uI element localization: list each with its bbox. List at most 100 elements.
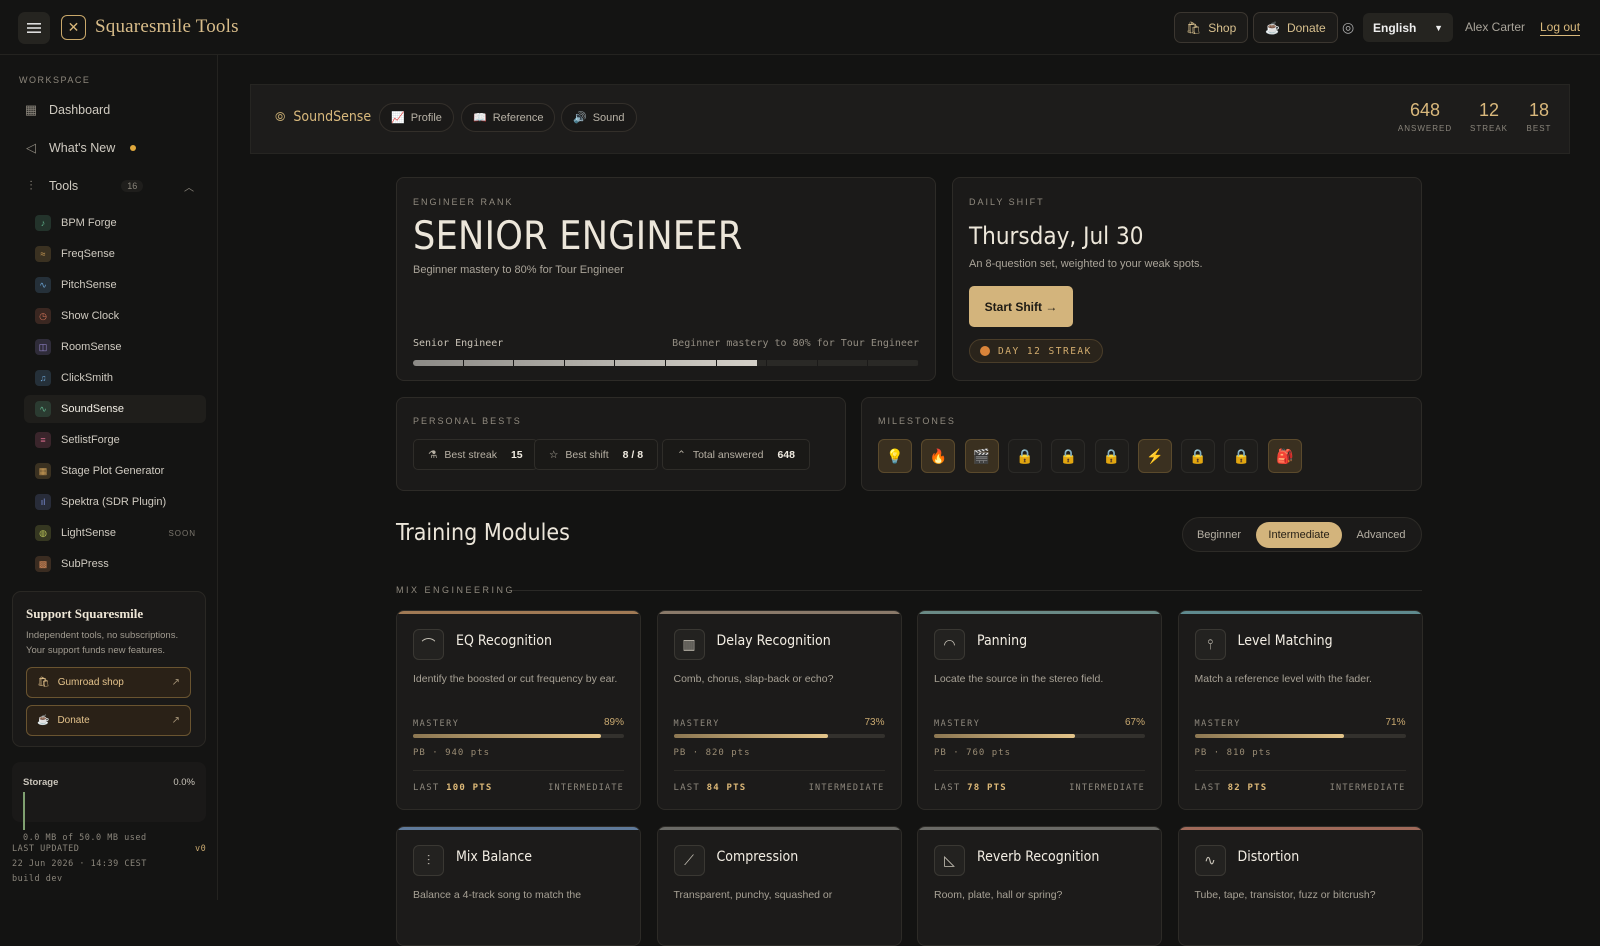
sliders-icon: ⫶ xyxy=(29,178,33,193)
milestone-badge[interactable]: 💡 xyxy=(878,439,912,473)
sidebar-item-dashboard[interactable]: ▦ Dashboard xyxy=(24,96,110,124)
tab-profile[interactable]: 📈 Profile xyxy=(379,103,454,132)
best-shift-value: 8 / 8 xyxy=(622,448,644,461)
module-card-level-matching[interactable]: ⫯ Level Matching Match a reference level w… xyxy=(1177,610,1423,810)
lock-icon[interactable]: 🔒 xyxy=(1181,439,1216,473)
daily-shift-card: DAILY SHIFT Thursday, Jul 30 An 8-questi… xyxy=(952,177,1422,381)
milestone-badge[interactable]: 🔥 xyxy=(921,439,956,473)
language-select[interactable]: English ▼ xyxy=(1363,13,1453,42)
stat-streak-label: STREAK xyxy=(1469,124,1508,133)
last-updated-label: LAST UPDATED xyxy=(12,844,80,854)
tool-icon: ◫ xyxy=(35,339,51,355)
module-card-eq-recognition[interactable]: ⌒ EQ Recognition Identify the boosted or c… xyxy=(396,610,641,810)
sidebar-item-subpress[interactable]: ▩ SubPress xyxy=(24,550,206,578)
tool-icon: ♫ xyxy=(35,370,51,386)
module-card-compression[interactable]: ⟋ Compression Transparent, punchy, squashe… xyxy=(656,826,902,946)
mastery-bar xyxy=(934,734,1145,738)
rank-label: ENGINEER RANK xyxy=(413,197,514,207)
milestone-badge[interactable]: ⚡ xyxy=(1137,439,1172,473)
last-label: LAST xyxy=(934,783,961,793)
sidebar-item-roomsense[interactable]: ◫ RoomSense xyxy=(24,333,206,361)
tool-label: PitchSense xyxy=(61,279,117,291)
gumroad-shop-button[interactable]: 🛍 Gumroad shop ↗ xyxy=(26,667,191,698)
menu-button[interactable] xyxy=(18,12,50,44)
tool-label: BPM Forge xyxy=(61,217,117,229)
module-accent-bar xyxy=(657,827,901,830)
rank-card: ENGINEER RANK SENIOR ENGINEER Beginner m… xyxy=(396,177,936,381)
module-card-distortion[interactable]: ∿ Distortion Tube, tape, transistor, fuzz … xyxy=(1177,826,1423,946)
sidebar-item-tools[interactable]: ⫶ Tools 16 ︿ xyxy=(24,172,194,200)
training-modules-title: Training Modules xyxy=(396,520,570,546)
daily-shift-label: DAILY SHIFT xyxy=(969,197,1045,207)
storage-used: 0.0 MB of 50.0 MB used xyxy=(23,833,147,843)
lock-icon[interactable]: 🔒 xyxy=(1224,439,1259,473)
module-divider xyxy=(413,770,624,771)
lock-icon[interactable]: 🔒 xyxy=(1094,439,1129,473)
sidebar-item-clicksmith[interactable]: ♫ ClickSmith xyxy=(24,364,206,392)
sidebar-item-stage-plot-generator[interactable]: ▦ Stage Plot Generator xyxy=(24,457,206,485)
tool-icon: ◍ xyxy=(35,525,51,541)
tab-sound[interactable]: 🔊 Sound xyxy=(561,103,637,132)
module-level: INTERMEDIATE xyxy=(808,783,885,793)
build-label: build dev xyxy=(12,874,63,884)
milestone-badge[interactable]: 🎬 xyxy=(964,439,999,473)
daily-desc: An 8-question set, weighted to your weak… xyxy=(969,258,1203,270)
module-title: Reverb Recognition xyxy=(977,849,1100,865)
tab-sound-label: Sound xyxy=(592,111,625,124)
module-card-reverb-recognition[interactable]: ◺ Reverb Recognition Room, plate, hall or … xyxy=(917,826,1162,946)
section-divider xyxy=(512,590,1422,591)
sidebar-item-bpm-forge[interactable]: ♪ BPM Forge xyxy=(24,209,206,237)
module-card-panning[interactable]: ◠ Panning Locate the source in the stereo … xyxy=(917,610,1162,810)
sidebar-item-show-clock[interactable]: ◷ Show Clock xyxy=(24,302,206,330)
tab-advanced[interactable]: Advanced xyxy=(1346,522,1416,548)
stat-answered-value: 648 xyxy=(1409,100,1441,120)
support-text: Independent tools, no subscriptions. You… xyxy=(26,630,179,656)
sidebar-item-lightsense[interactable]: ◍ LightSense SOON xyxy=(24,519,206,547)
panning-icon: ◠ xyxy=(934,629,965,660)
storage-percent: 0.0% xyxy=(173,777,195,788)
compression-icon: ⟋ xyxy=(673,845,705,876)
sidebar-item-soundsense[interactable]: ∿ SoundSense xyxy=(24,395,206,423)
shop-button[interactable]: 🛍 Shop xyxy=(1174,12,1249,43)
tool-label: Stage Plot Generator xyxy=(61,465,165,477)
sidebar-item-spektra-sdr-plugin[interactable]: ıl Spektra (SDR Plugin) xyxy=(24,488,206,516)
mix-balance-icon: ⫶ xyxy=(413,845,444,876)
donate-label: Donate xyxy=(1286,20,1326,35)
tab-reference[interactable]: 📖 Reference xyxy=(461,103,556,132)
hamburger-icon xyxy=(27,23,41,33)
mix-engineering-label: MIX ENGINEERING xyxy=(396,585,516,595)
logout-link[interactable]: Log out xyxy=(1540,20,1581,36)
support-donate-button[interactable]: ☕ Donate ↗ xyxy=(26,705,191,736)
donate-button[interactable]: ☕ Donate xyxy=(1253,12,1338,43)
module-desc: Match a reference level with the fader. xyxy=(1194,673,1372,685)
last-score: LAST 100 PTS xyxy=(413,783,492,793)
tab-beginner[interactable]: Beginner xyxy=(1189,522,1249,548)
lock-icon[interactable]: 🔒 xyxy=(1007,439,1042,473)
mastery-label: MASTERY xyxy=(1194,719,1241,729)
sidebar-item-whats-new[interactable]: ◁ What's New xyxy=(24,134,137,162)
milestone-badge[interactable]: 🎒 xyxy=(1267,439,1302,473)
module-card-delay-recognition[interactable]: ▥ Delay Recognition Comb, chorus, slap-bac… xyxy=(656,610,902,810)
lock-icon[interactable]: 🔒 xyxy=(1051,439,1086,473)
mastery-fill xyxy=(934,734,1076,738)
delay-recognition-icon: ▥ xyxy=(673,629,705,660)
sidebar-item-setlistforge[interactable]: ≡ SetlistForge xyxy=(24,426,206,454)
chevron-down-icon: ▼ xyxy=(1434,22,1443,33)
mastery-fill xyxy=(1194,734,1345,738)
tool-label: Show Clock xyxy=(61,310,120,322)
module-card-mix-balance[interactable]: ⫶ Mix Balance Balance a 4-track song to ma… xyxy=(396,826,641,946)
sidebar-item-pitchsense[interactable]: ∿ PitchSense xyxy=(24,271,206,299)
start-shift-button[interactable]: Start Shift → xyxy=(969,286,1073,327)
soundsense-icon: ⦾ xyxy=(275,109,286,125)
storage-bar xyxy=(23,792,25,830)
mastery-bar xyxy=(1194,734,1406,738)
module-title: EQ Recognition xyxy=(456,633,552,649)
mastery-percent: 71% xyxy=(1385,717,1406,728)
sidebar-item-freqsense[interactable]: ≈ FreqSense xyxy=(24,240,206,268)
module-accent-bar xyxy=(918,611,1161,614)
mountain-icon: ⌃ xyxy=(677,448,686,461)
tab-intermediate[interactable]: Intermediate xyxy=(1256,522,1342,548)
mastery-percent: 73% xyxy=(864,717,885,728)
language-value: English xyxy=(1373,20,1417,35)
last-value: 78 PTS xyxy=(967,783,1007,793)
